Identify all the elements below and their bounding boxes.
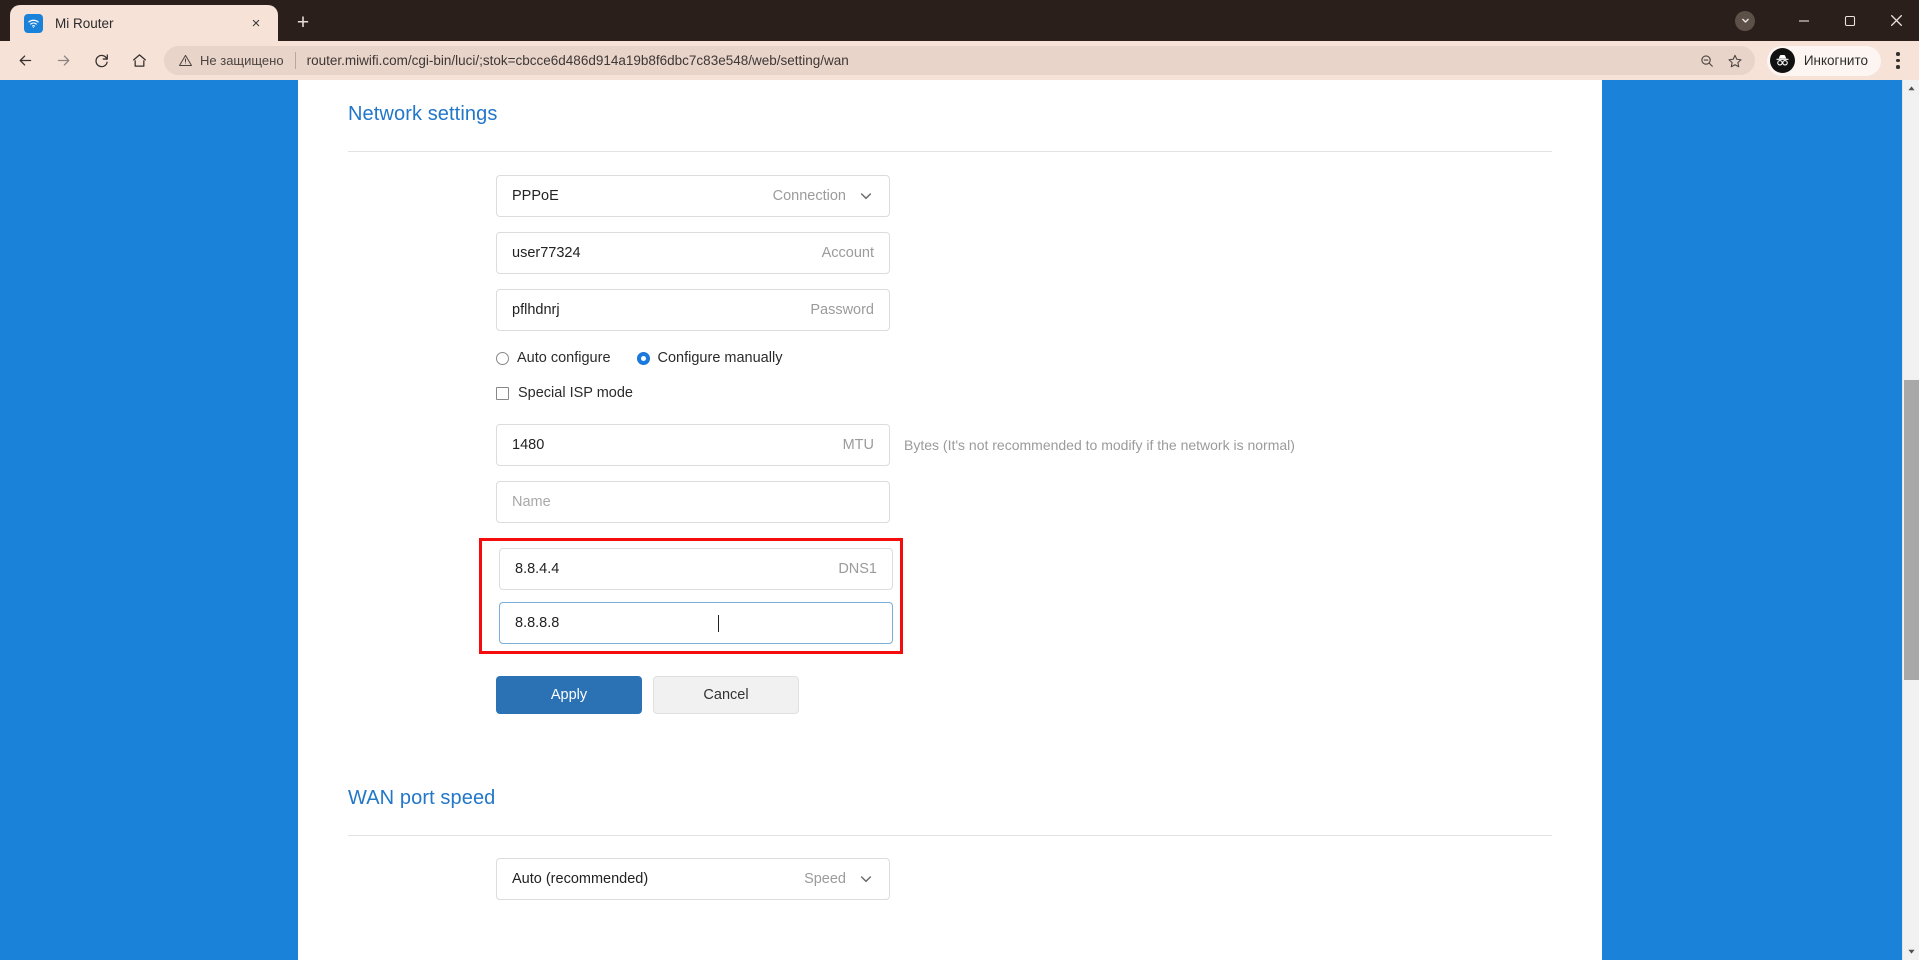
radio-auto-configure-label: Auto configure xyxy=(517,350,611,366)
mtu-field[interactable]: 1480 MTU xyxy=(496,424,890,466)
password-value: pflhdnrj xyxy=(512,302,560,318)
network-settings-form: PPPoE Connection user77324 Account pflhd… xyxy=(348,152,1552,714)
name-placeholder: Name xyxy=(512,494,551,510)
menu-dot xyxy=(1896,58,1900,63)
checkbox-special-isp-mode[interactable]: Special ISP mode xyxy=(496,385,1552,401)
security-status[interactable]: Не защищено xyxy=(178,53,284,68)
mtu-hint: Bytes (It's not recommended to modify if… xyxy=(904,437,1295,453)
password-label: Password xyxy=(810,302,874,318)
minimize-icon[interactable] xyxy=(1781,0,1827,41)
page-viewport: Network settings PPPoE Connection user77… xyxy=(0,80,1919,960)
chevron-down-icon xyxy=(858,188,874,204)
connection-select[interactable]: PPPoE Connection xyxy=(496,175,890,217)
text-cursor xyxy=(718,614,720,632)
window-controls xyxy=(1735,0,1919,41)
connection-label: Connection xyxy=(772,188,846,204)
mtu-label: MTU xyxy=(842,437,874,453)
speed-row: Auto (recommended) Speed xyxy=(496,858,1552,900)
close-icon[interactable]: × xyxy=(244,11,268,35)
dns1-row: 8.8.4.4 DNS1 xyxy=(499,548,900,590)
scrollbar-thumb[interactable] xyxy=(1904,380,1919,680)
profile-incognito-button[interactable]: Инкогнито xyxy=(1766,45,1881,76)
forward-arrow-icon[interactable] xyxy=(46,44,80,78)
star-icon[interactable] xyxy=(1721,47,1749,75)
menu-dot xyxy=(1896,52,1900,56)
speed-value: Auto (recommended) xyxy=(512,871,649,887)
form-actions: Apply Cancel xyxy=(496,676,1552,714)
browser-tab[interactable]: Mi Router × xyxy=(10,5,278,41)
connection-row: PPPoE Connection xyxy=(496,175,1552,217)
home-icon[interactable] xyxy=(122,44,156,78)
dns2-row: 8.8.8.8 xyxy=(499,602,900,644)
page-scrollbar[interactable] xyxy=(1902,80,1919,960)
account-field[interactable]: user77324 Account xyxy=(496,232,890,274)
wan-port-speed-title: WAN port speed xyxy=(348,787,496,809)
dns1-field[interactable]: 8.8.4.4 DNS1 xyxy=(499,548,893,590)
config-mode-options: Auto configure Configure manually xyxy=(496,350,1552,366)
back-arrow-icon[interactable] xyxy=(8,44,42,78)
close-icon[interactable] xyxy=(1873,0,1919,41)
dns-highlight-annotation: 8.8.4.4 DNS1 8.8.8.8 xyxy=(479,538,903,654)
wan-port-speed-form: Auto (recommended) Speed xyxy=(348,836,1552,900)
checkbox-special-isp-mode-label: Special ISP mode xyxy=(518,385,633,401)
profile-name-label: Инкогнито xyxy=(1803,53,1868,68)
dns2-field[interactable]: 8.8.8.8 xyxy=(499,602,893,644)
radio-configure-manually-indicator[interactable] xyxy=(636,351,650,365)
account-row: user77324 Account xyxy=(496,232,1552,274)
incognito-icon xyxy=(1769,48,1795,73)
dns1-label: DNS1 xyxy=(838,561,877,577)
browser-toolbar: Не защищено router.miwifi.com/cgi-bin/lu… xyxy=(0,41,1919,80)
reload-icon[interactable] xyxy=(84,44,118,78)
password-field[interactable]: pflhdnrj Password xyxy=(496,289,890,331)
mtu-value: 1480 xyxy=(512,437,545,453)
chevron-down-icon xyxy=(858,871,874,887)
page-title: Network settings xyxy=(348,103,498,125)
chevron-down-icon[interactable] xyxy=(1735,10,1755,31)
zoom-out-icon[interactable] xyxy=(1693,47,1721,75)
password-row: pflhdnrj Password xyxy=(496,289,1552,331)
router-admin-page: Network settings PPPoE Connection user77… xyxy=(298,80,1602,960)
wifi-icon xyxy=(24,13,43,33)
security-label: Не защищено xyxy=(200,53,284,68)
account-label: Account xyxy=(821,245,874,261)
name-field[interactable]: Name xyxy=(496,481,890,523)
address-bar[interactable]: Не защищено router.miwifi.com/cgi-bin/lu… xyxy=(164,46,1755,75)
apply-button[interactable]: Apply xyxy=(496,676,642,714)
dns2-value: 8.8.8.8 xyxy=(515,615,560,631)
speed-label: Speed xyxy=(804,871,846,887)
cancel-button[interactable]: Cancel xyxy=(653,676,799,714)
new-tab-button[interactable]: + xyxy=(286,5,320,39)
three-dot-menu-icon[interactable] xyxy=(1883,45,1913,77)
tab-title: Mi Router xyxy=(55,15,114,31)
browser-window: Mi Router × + Не защищено router.miwifi.… xyxy=(0,0,1919,960)
mtu-row: 1480 MTU Bytes (It's not recommended to … xyxy=(496,424,1552,466)
maximize-icon[interactable] xyxy=(1827,0,1873,41)
radio-auto-configure-indicator[interactable] xyxy=(496,351,509,365)
radio-configure-manually-label: Configure manually xyxy=(657,350,783,366)
url-text[interactable]: router.miwifi.com/cgi-bin/luci/;stok=cbc… xyxy=(307,53,1693,68)
menu-dot xyxy=(1896,65,1900,69)
omnibox-separator xyxy=(294,52,296,69)
dns1-value: 8.8.4.4 xyxy=(515,561,560,577)
radio-auto-configure[interactable]: Auto configure xyxy=(496,350,611,366)
name-row: Name xyxy=(496,481,1552,523)
scroll-up-arrow-icon[interactable] xyxy=(1903,80,1919,97)
scroll-down-arrow-icon[interactable] xyxy=(1903,943,1919,960)
speed-select[interactable]: Auto (recommended) Speed xyxy=(496,858,890,900)
checkbox-special-isp-mode-indicator[interactable] xyxy=(496,386,509,400)
page-content: Network settings PPPoE Connection user77… xyxy=(298,80,1602,900)
warning-triangle-icon xyxy=(178,53,193,68)
account-value: user77324 xyxy=(512,245,581,261)
connection-value: PPPoE xyxy=(512,188,559,204)
radio-configure-manually[interactable]: Configure manually xyxy=(636,350,783,366)
browser-titlebar: Mi Router × + xyxy=(0,0,1919,41)
tab-strip: Mi Router × + xyxy=(0,0,320,41)
